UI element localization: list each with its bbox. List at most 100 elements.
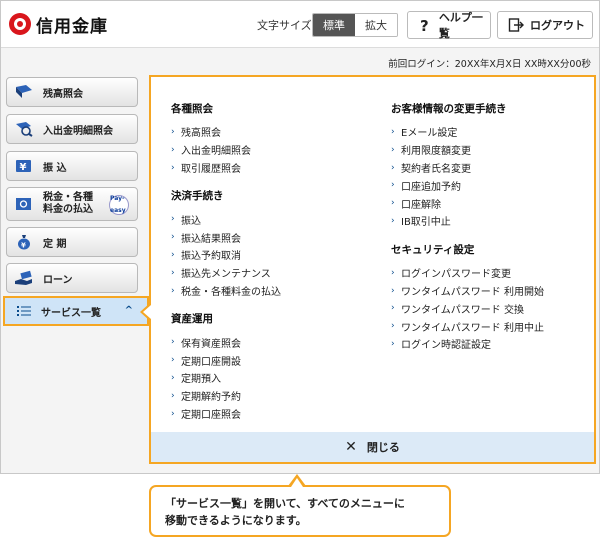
menu-link[interactable]: › 残高照会 (171, 123, 281, 141)
arrow-right-icon: › (171, 214, 175, 225)
menu-link[interactable]: › IB取引中止 (391, 212, 544, 230)
menu-link[interactable]: › ログイン時認証設定 (391, 335, 544, 353)
menu-list-customer-info: › Eメール設定 › 利用限度額変更 › 契約者氏名変更 › 口座追加予約 › 口座解除 … (391, 123, 544, 230)
service-list-label: サービス一覧 (41, 307, 101, 319)
menu-link[interactable]: › 保有資産照会 (171, 333, 281, 351)
menu-column-right: お客様情報の変更手続き › Eメール設定 › 利用限度額変更 › 契約者氏名変更 › 口… (391, 101, 544, 365)
safe-icon (13, 195, 35, 213)
callout-line-2: 移動できるようになります。 (165, 514, 307, 527)
menu-link[interactable]: › 振込予約取消 (171, 246, 281, 264)
passbook-icon (13, 83, 35, 101)
sidebar-item-transfer[interactable]: ¥ 振 込 (6, 151, 138, 181)
close-menu-button[interactable]: ✕ 閉じる (151, 432, 594, 462)
arrow-right-icon: › (171, 232, 175, 243)
arrow-right-icon: › (391, 144, 395, 155)
menu-list-security: › ログインパスワード変更 › ワンタイムパスワード 利用開始 › ワンタイムパスワー… (391, 264, 544, 353)
svg-text:¥: ¥ (21, 242, 26, 250)
group-title-settlement: 決済手続き (171, 190, 224, 203)
sidebar-item-time-deposit[interactable]: ¥ 定 期 (6, 227, 138, 257)
arrow-right-icon: › (171, 127, 175, 137)
logout-button[interactable]: ログアウト (497, 11, 593, 39)
panel-pointer-inner (143, 305, 151, 319)
arrow-right-icon: › (171, 355, 175, 366)
group-title-customer-info: お客様情報の変更手続き (391, 103, 507, 115)
menu-link[interactable]: › ワンタイムパスワード 利用中止 (391, 317, 544, 335)
menu-column-left: 各種照会 › 残高照会 › 入出金明細照会 › 取引履歴照会 決済手続き › 振込 › 振… (171, 101, 281, 434)
menu-link[interactable]: › 定期解約予約 (171, 387, 281, 405)
arrow-right-icon: › (391, 127, 395, 137)
menu-link[interactable]: › ログインパスワード変更 (391, 264, 544, 282)
arrow-right-icon: › (391, 162, 395, 173)
logo-text: 信用金庫 (36, 16, 108, 37)
logout-icon (508, 17, 524, 33)
arrow-right-icon: › (171, 285, 175, 296)
arrow-right-icon: › (171, 372, 175, 383)
menu-link[interactable]: › 振込 (171, 210, 281, 228)
arrow-right-icon: › (171, 144, 175, 155)
group-title-inquiry: 各種照会 (171, 103, 213, 115)
help-list-button[interactable]: ? ヘルプ一覧 (407, 11, 491, 40)
svg-text:¥: ¥ (20, 162, 27, 173)
app-frame: 信用金庫 文字サイズ 標準 拡大 ? ヘルプ一覧 ログアウト 前回ログイン：20… (0, 0, 600, 474)
menu-link[interactable]: › 口座追加予約 (391, 176, 544, 194)
arrow-right-icon: › (391, 198, 395, 209)
header: 信用金庫 文字サイズ 標準 拡大 ? ヘルプ一覧 ログアウト (1, 1, 599, 48)
menu-link[interactable]: › 定期口座照会 (171, 405, 281, 423)
last-login-text: 前回ログイン：20XX年X月X日 XX時XX分00秒 (388, 59, 591, 70)
question-icon: ? (418, 17, 433, 33)
arrow-right-icon: › (391, 267, 395, 278)
service-menu-panel: 各種照会 › 残高照会 › 入出金明細照会 › 取引履歴照会 決済手続き › 振込 › 振… (149, 75, 596, 464)
callout-line-1: 「サービス一覧」を開いて、すべてのメニューに (165, 497, 405, 510)
sidebar-item-service-list[interactable]: サービス一覧 ^ (3, 296, 149, 326)
menu-link[interactable]: › ワンタイムパスワード 利用開始 (391, 282, 544, 300)
menu-link[interactable]: › 利用限度額変更 (391, 141, 544, 159)
arrow-right-icon: › (171, 249, 175, 260)
help-list-label: ヘルプ一覧 (438, 11, 483, 40)
menu-link[interactable]: › 定期預入 (171, 369, 281, 387)
fontsize-standard-button[interactable]: 標準 (313, 14, 355, 36)
svg-text:?: ? (420, 17, 429, 33)
arrow-right-icon: › (391, 338, 395, 349)
sidebar-item-statement[interactable]: 入出金明細照会 (6, 114, 138, 144)
logout-label: ログアウト (530, 19, 585, 32)
menu-link[interactable]: › 契約者氏名変更 (391, 159, 544, 177)
menu-link[interactable]: › 振込先メンテナンス (171, 264, 281, 282)
menu-link[interactable]: › Eメール設定 (391, 123, 544, 141)
arrow-right-icon: › (391, 180, 395, 191)
sidebar-item-loan[interactable]: ローン (6, 263, 138, 293)
list-icon (17, 305, 33, 317)
group-title-asset: 資産運用 (171, 313, 213, 326)
close-label: 閉じる (366, 441, 400, 454)
fontsize-large-button[interactable]: 拡大 (355, 14, 397, 36)
pay-easy-badge: Pay-easy (109, 195, 129, 215)
money-bag-icon: ¥ (13, 233, 35, 251)
menu-link[interactable]: › 税金・各種料金の払込 (171, 282, 281, 300)
sidebar-item-label: 定 期 (43, 238, 67, 250)
group-title-security: セキュリティ設定 (391, 243, 475, 256)
sidebar-item-label: 振 込 (43, 162, 67, 174)
sidebar-item-tax-payment[interactable]: 税金・各種 料金の払込 Pay-easy (6, 187, 138, 221)
arrow-right-icon: › (391, 285, 395, 296)
fontsize-toggle: 標準 拡大 (312, 13, 398, 37)
sidebar-item-label: 残高照会 (43, 88, 83, 100)
menu-list-inquiry: › 残高照会 › 入出金明細照会 › 取引履歴照会 (171, 123, 281, 176)
sidebar-item-label: 入出金明細照会 (43, 125, 113, 137)
arrow-right-icon: › (171, 337, 175, 348)
menu-link[interactable]: › 定期口座開設 (171, 351, 281, 369)
sidebar-item-label: ローン (43, 274, 73, 286)
menu-link[interactable]: › ワンタイムパスワード 交換 (391, 299, 544, 317)
menu-link[interactable]: › 振込結果照会 (171, 228, 281, 246)
menu-link[interactable]: › 取引履歴照会 (171, 159, 281, 177)
menu-link[interactable]: › 口座解除 (391, 194, 544, 212)
arrow-right-icon: › (171, 162, 175, 173)
close-icon: ✕ (345, 439, 357, 455)
callout-pointer-inner (291, 478, 303, 487)
logo[interactable]: 信用金庫 (9, 12, 108, 37)
arrow-right-icon: › (171, 390, 175, 401)
hand-money-icon (13, 269, 35, 287)
menu-link[interactable]: › 入出金明細照会 (171, 141, 281, 159)
sidebar-item-balance[interactable]: 残高照会 (6, 77, 138, 107)
magnifier-passbook-icon (13, 120, 35, 138)
arrow-right-icon: › (171, 267, 175, 278)
arrow-right-icon: › (391, 215, 395, 226)
